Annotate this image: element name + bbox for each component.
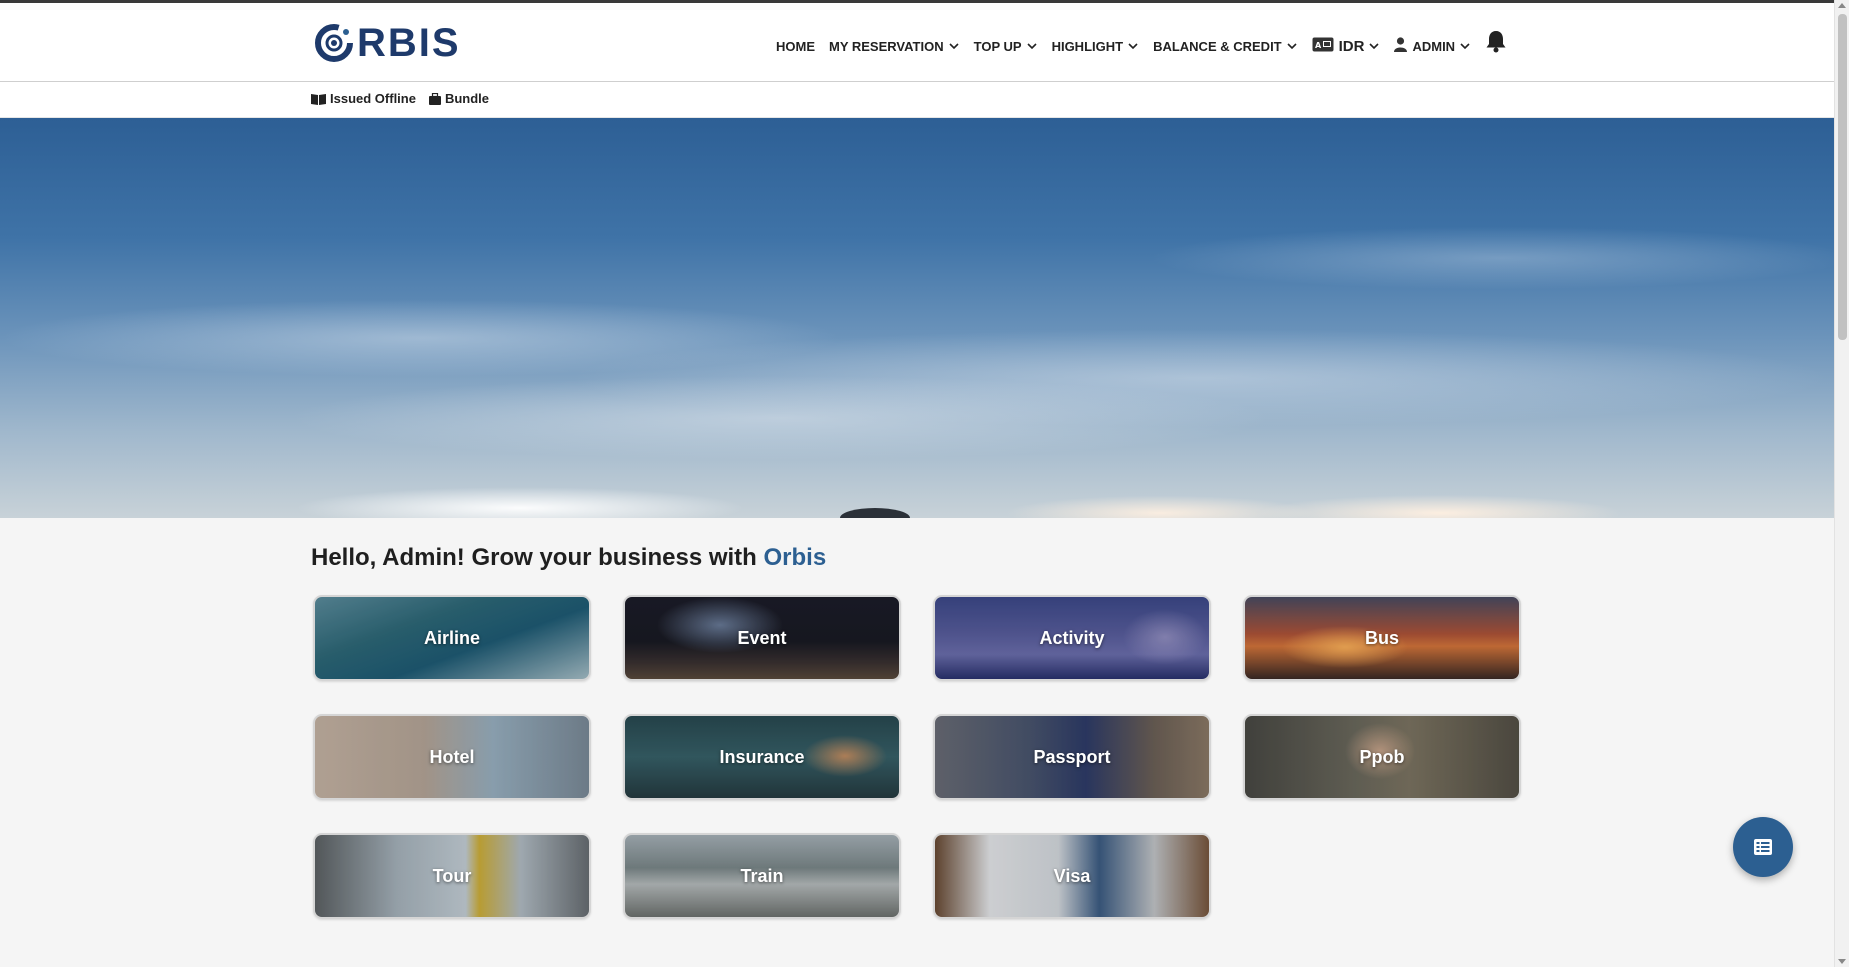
nav-currency[interactable]: A IDR [1312,37,1381,56]
chevron-down-icon [1368,40,1380,52]
product-card-hotel[interactable]: Hotel [313,714,591,800]
scroll-down-arrow-icon[interactable] [1838,959,1846,964]
nav-top-up-label: TOP UP [973,38,1022,54]
top-navbar: RBIS HOME MY RESERVATION TOP UP HIGHLIGH… [0,0,1834,82]
nav-balance-credit-label: BALANCE & CREDIT [1153,38,1282,54]
greeting-heading: Hello, Admin! Grow your business with Or… [311,544,826,572]
page-scrollbar[interactable] [1834,0,1849,967]
product-card-label: Airline [423,627,480,648]
nav-highlight[interactable]: HIGHLIGHT [1052,39,1140,54]
product-card-train[interactable]: Train [623,833,901,919]
hero-banner [0,118,1834,518]
orbis-logo-icon [315,24,353,62]
greeting-brand: Orbis [763,544,827,571]
nav-highlight-label: HIGHLIGHT [1051,38,1124,54]
nav-currency-label: IDR [1338,37,1365,55]
logo-text: RBIS [357,21,461,65]
nav-home-label: HOME [776,38,815,54]
product-card-label: Activity [1039,627,1105,648]
product-card-label: Event [737,627,787,648]
product-card-label: Train [740,865,784,886]
list-icon [1754,839,1772,855]
bell-icon[interactable] [1485,29,1507,58]
product-card-tour[interactable]: Tour [313,833,591,919]
chevron-down-icon [948,40,960,52]
product-card-label: Insurance [719,746,805,767]
orbis-logo[interactable]: RBIS [313,21,461,65]
nav-top-up[interactable]: TOP UP [974,39,1038,54]
nav-my-reservation[interactable]: MY RESERVATION [829,39,960,54]
floating-menu-button[interactable] [1733,817,1793,877]
user-icon [1394,37,1408,55]
product-card-label: Tour [432,865,472,886]
product-card-visa[interactable]: Visa [933,833,1211,919]
issued-offline-link[interactable]: Issued Offline [311,91,416,106]
nav-user[interactable]: ADMIN [1394,37,1471,55]
product-card-label: Passport [1033,746,1111,767]
product-card-passport[interactable]: Passport [933,714,1211,800]
nav-home[interactable]: HOME [776,39,815,54]
issued-offline-label: Issued Offline [330,91,416,106]
bundle-link[interactable]: Bundle [428,91,490,106]
nav-my-reservation-label: MY RESERVATION [829,38,944,54]
sub-navbar: Issued Offline Bundle [0,82,1834,118]
product-card-label: Visa [1053,865,1091,886]
product-card-bus[interactable]: Bus [1243,595,1521,681]
id-card-icon: A [1312,37,1334,56]
product-card-label: Bus [1364,627,1399,648]
chevron-down-icon [1286,40,1298,52]
product-card-airline[interactable]: Airline [313,595,591,681]
chevron-down-icon [1459,40,1471,52]
nav-balance-credit[interactable]: BALANCE & CREDIT [1153,39,1298,54]
product-card-event[interactable]: Event [623,595,901,681]
product-card-insurance[interactable]: Insurance [623,714,901,800]
bundle-label: Bundle [444,91,490,106]
nav-user-label: ADMIN [1412,38,1456,54]
scroll-up-arrow-icon[interactable] [1838,3,1846,8]
chevron-down-icon [1127,40,1139,52]
chevron-down-icon [1026,40,1038,52]
product-card-label: Hotel [429,746,475,767]
product-card-ppob[interactable]: Ppob [1243,714,1521,800]
product-card-label: Ppob [1359,746,1405,767]
main-nav: HOME MY RESERVATION TOP UP HIGHLIGHT BAL… [776,31,1485,61]
hero-mountain [840,508,910,518]
briefcase-icon [428,92,441,105]
svg-text:A: A [1315,41,1322,50]
scroll-thumb[interactable] [1838,14,1847,340]
greeting-text: Hello, Admin! Grow your business with [311,544,757,571]
product-card-activity[interactable]: Activity [933,595,1211,681]
book-open-icon [311,93,326,105]
